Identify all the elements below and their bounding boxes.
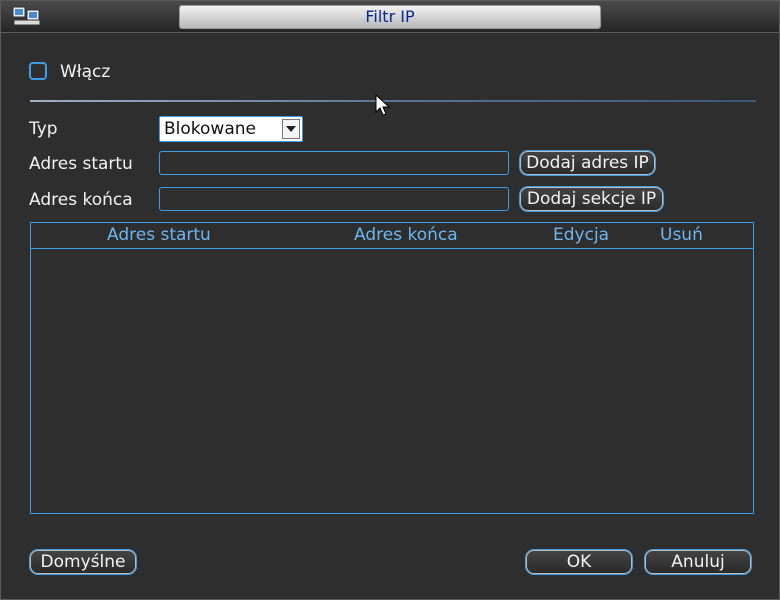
enable-checkbox[interactable]: [29, 62, 47, 80]
end-address-label: Adres końca: [29, 190, 133, 210]
default-button[interactable]: Domyślne: [29, 549, 137, 575]
title-bar: Filtr IP: [1, 1, 779, 33]
network-config-icon: [11, 4, 45, 28]
start-address-label: Adres startu: [29, 154, 133, 174]
window-title: Filtr IP: [179, 5, 601, 29]
chevron-down-icon[interactable]: [282, 119, 300, 139]
ip-filter-window: Filtr IP Włącz Typ Blokowane Adres start…: [0, 0, 780, 600]
divider: [30, 100, 756, 102]
type-select-value: Blokowane: [164, 119, 256, 139]
column-delete: Usuń: [660, 225, 703, 245]
table-header: Adres startu Adres końca Edycja Usuń: [31, 223, 753, 249]
ok-button[interactable]: OK: [525, 549, 633, 575]
add-ip-button[interactable]: Dodaj adres IP: [519, 150, 656, 176]
dialog-content: Włącz Typ Blokowane Adres startu Dodaj a…: [2, 34, 778, 599]
type-select[interactable]: Blokowane: [159, 116, 303, 142]
mouse-pointer-icon: [375, 93, 391, 122]
start-address-field[interactable]: [159, 151, 509, 175]
enable-label: Włącz: [60, 62, 111, 82]
type-label: Typ: [29, 119, 58, 139]
column-end-address: Adres końca: [354, 225, 458, 245]
end-address-field[interactable]: [159, 187, 509, 211]
column-start-address: Adres startu: [107, 225, 211, 245]
column-edit: Edycja: [553, 225, 610, 245]
add-ip-section-button[interactable]: Dodaj sekcje IP: [519, 186, 664, 212]
ip-list-table: Adres startu Adres końca Edycja Usuń: [30, 222, 754, 514]
cancel-button[interactable]: Anuluj: [644, 549, 752, 575]
